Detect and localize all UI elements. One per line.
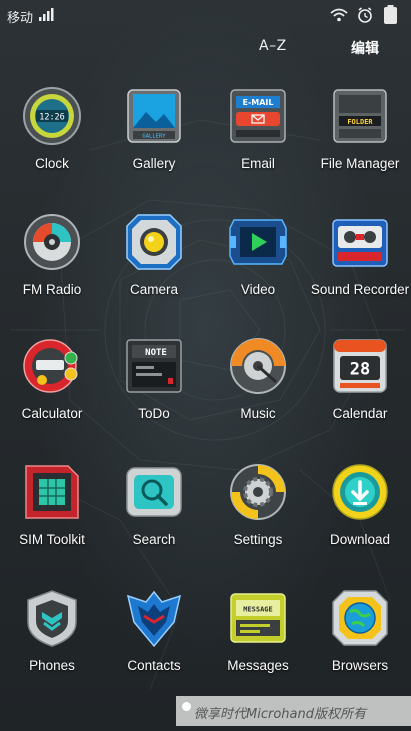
app-download[interactable]: Download — [308, 456, 411, 566]
calendar-day-text: 28 — [350, 360, 370, 380]
carrier-label: 移动 — [7, 11, 34, 26]
app-label: Email — [241, 156, 275, 171]
globe-icon — [332, 590, 388, 646]
app-label: Clock — [35, 156, 69, 171]
gear-icon — [230, 464, 286, 520]
app-camera[interactable]: Camera — [102, 206, 206, 316]
watermark: 微享时代Microhand版权所有 — [176, 696, 411, 726]
app-label: Search — [132, 532, 176, 547]
folder-icon: FOLDER — [333, 89, 387, 143]
clock-icon: 12:26 — [23, 87, 81, 145]
app-label: Music — [240, 406, 276, 421]
app-messages[interactable]: MESSAGE Messages — [206, 582, 310, 692]
search-icon — [126, 467, 182, 517]
app-music[interactable]: Music — [206, 330, 310, 440]
app-label: Phones — [29, 658, 75, 673]
gallery-icon: GALLERY — [127, 89, 181, 143]
app-sim-toolkit[interactable]: SIM Toolkit — [0, 456, 104, 566]
phone-shield-icon — [27, 590, 77, 647]
email-icon: E-MAIL — [230, 89, 286, 143]
app-label: Video — [240, 282, 276, 297]
message-caption-text: MESSAGE — [243, 606, 273, 614]
app-label: Settings — [233, 532, 283, 547]
app-label: Calculator — [21, 406, 83, 421]
app-label: SIM Toolkit — [19, 532, 85, 547]
app-contacts[interactable]: Contacts — [102, 582, 206, 692]
contacts-icon — [126, 590, 182, 648]
video-icon — [229, 219, 287, 265]
app-email[interactable]: E-MAIL Email — [206, 80, 310, 190]
app-calendar[interactable]: 28 Calendar — [308, 330, 411, 440]
app-todo[interactable]: NOTE ToDo — [102, 330, 206, 440]
app-fm-radio[interactable]: FM Radio — [0, 206, 104, 316]
app-label: Messages — [227, 658, 289, 673]
folder-caption-text: FOLDER — [347, 118, 373, 126]
signal-icon — [39, 8, 54, 21]
page-indicator-dot — [182, 702, 191, 711]
app-phones[interactable]: Phones — [0, 582, 104, 692]
app-calculator[interactable]: Calculator — [0, 330, 104, 440]
app-label: Browsers — [331, 658, 389, 673]
app-label: ToDo — [138, 406, 170, 421]
app-file-manager[interactable]: FOLDER File Manager — [308, 80, 411, 190]
radio-icon — [24, 214, 80, 270]
cassette-icon — [332, 219, 388, 267]
app-label: Download — [329, 532, 391, 547]
top-actions: A–Z 编辑 — [251, 38, 411, 58]
camera-icon — [126, 214, 182, 270]
app-settings[interactable]: Settings — [206, 456, 310, 566]
email-caption-text: E-MAIL — [242, 98, 273, 107]
note-caption-text: NOTE — [145, 348, 167, 358]
app-label: FM Radio — [22, 282, 82, 297]
status-bar: 移动 — [0, 0, 411, 30]
app-sound-recorder[interactable]: Sound Recorder — [308, 206, 411, 316]
app-label: Contacts — [127, 658, 181, 673]
app-label: Gallery — [132, 156, 176, 171]
app-label: Calendar — [332, 406, 388, 421]
app-label: File Manager — [320, 156, 400, 171]
app-clock[interactable]: 12:26 Clock — [0, 80, 104, 190]
download-icon — [332, 464, 388, 520]
app-video[interactable]: Video — [206, 206, 310, 316]
note-icon: NOTE — [126, 339, 182, 393]
alarm-icon — [358, 7, 372, 23]
clock-time-text: 12:26 — [39, 113, 65, 123]
battery-icon — [384, 5, 397, 24]
app-browsers[interactable]: Browsers — [308, 582, 411, 692]
music-icon — [230, 338, 286, 394]
app-label: Sound Recorder — [310, 282, 410, 297]
app-search[interactable]: Search — [102, 456, 206, 566]
app-label: Camera — [129, 282, 178, 297]
edit-button[interactable]: 编辑 — [351, 38, 379, 58]
gallery-caption-text: GALLERY — [142, 134, 166, 140]
message-icon: MESSAGE — [230, 593, 286, 643]
watermark-text: 微享时代Microhand版权所有 — [194, 707, 366, 722]
app-gallery[interactable]: GALLERY Gallery — [102, 80, 206, 190]
calendar-icon: 28 — [333, 339, 387, 393]
wifi-icon — [330, 8, 348, 22]
sim-icon — [25, 465, 79, 519]
status-icons — [330, 5, 397, 24]
sort-button[interactable]: A–Z — [259, 38, 287, 54]
calculator-icon — [23, 339, 78, 393]
